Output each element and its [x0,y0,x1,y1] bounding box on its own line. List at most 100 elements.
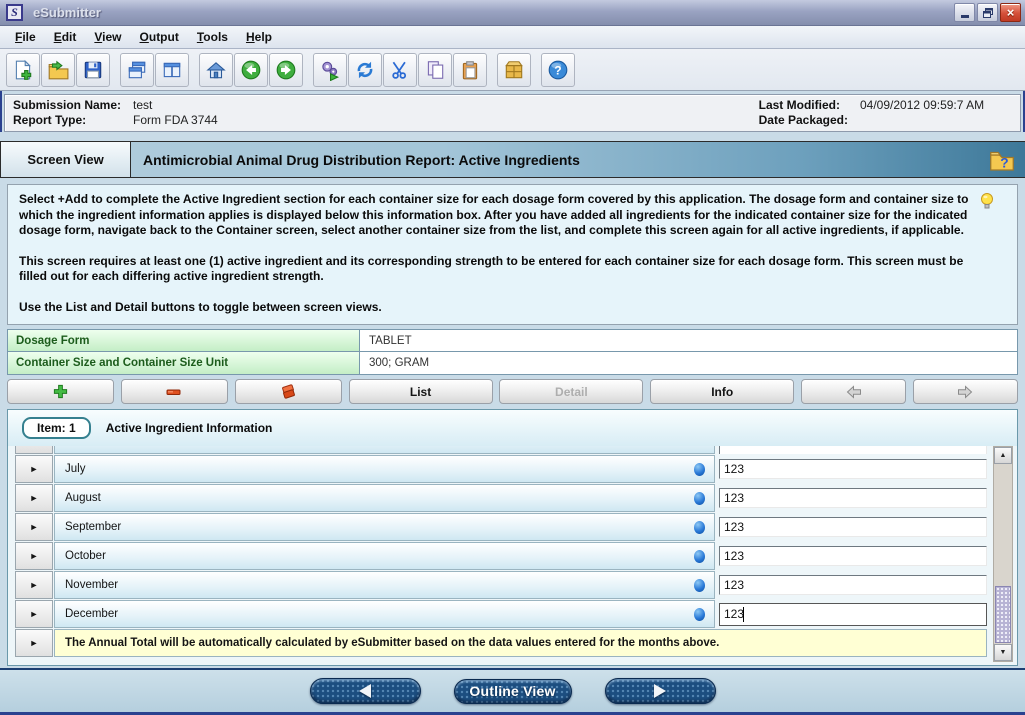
forward-icon [275,59,297,81]
lightbulb-icon [979,192,995,217]
previous-button[interactable] [801,379,906,404]
page-title: Antimicrobial Animal Drug Distribution R… [143,152,580,168]
detail-button[interactable]: Detail [499,379,643,404]
restore-button[interactable] [977,3,998,22]
submission-name-label: Submission Name: [13,98,121,112]
list-button[interactable]: List [349,379,493,404]
run-process-button[interactable] [313,53,347,87]
container-size-value: 300; GRAM [360,352,1017,374]
menu-edit[interactable]: Edit [45,28,86,46]
dosage-form-label: Dosage Form [8,330,360,351]
month-label: October [65,550,106,562]
month-row-november: ► November [15,571,987,599]
status-dot-icon [694,492,705,505]
copy-button[interactable] [418,53,452,87]
november-value-input[interactable] [719,575,987,595]
split-view-icon [161,59,183,81]
open-folder-button[interactable] [41,53,75,87]
row-arrow-icon[interactable]: ► [15,600,53,628]
report-type-label: Report Type: [13,113,121,127]
dosage-form-row: Dosage Form TABLET [7,329,1018,352]
row-arrow-icon[interactable]: ► [15,571,53,599]
home-button[interactable] [199,53,233,87]
item-section-title: Active Ingredient Information [106,421,273,435]
october-value-input[interactable] [719,546,987,566]
row-arrow-icon[interactable]: ► [15,513,53,541]
row-arrow-icon[interactable]: ► [15,629,53,657]
july-value-input[interactable] [719,459,987,479]
menu-output[interactable]: Output [131,28,188,46]
submission-name-value: test [133,98,218,112]
remove-button[interactable] [121,379,228,404]
menu-file[interactable]: File [6,28,45,46]
previous-screen-button[interactable] [310,678,421,704]
partial-month-input[interactable] [719,446,987,454]
row-arrow-icon[interactable]: ► [15,455,53,483]
scroll-down-button[interactable]: ▼ [994,644,1012,661]
copy-icon [424,59,446,81]
annual-total-note-row: ► The Annual Total will be automatically… [15,629,987,657]
remove-all-button[interactable] [235,379,342,404]
cut-button[interactable] [383,53,417,87]
container-size-row: Container Size and Container Size Unit 3… [7,352,1018,375]
month-label: July [65,463,85,475]
cut-icon [389,59,411,81]
scrollbar-thumb[interactable] [995,586,1011,643]
paste-icon [459,59,481,81]
refresh-icon [354,59,376,81]
add-button[interactable] [7,379,114,404]
cascade-windows-button[interactable] [120,53,154,87]
close-button[interactable]: × [1000,3,1021,22]
august-value-input[interactable] [719,488,987,508]
month-rows: ► ► July ► August ► [15,446,987,662]
month-scroll-region: ► ► July ► August ► [13,446,1013,662]
vertical-scrollbar[interactable]: ▲ ▼ [993,446,1013,662]
dosage-form-value: TABLET [360,330,1017,351]
december-value-input[interactable] [719,603,987,626]
instruction-box: Select +Add to complete the Active Ingre… [7,184,1018,325]
status-dot-icon [694,463,705,476]
footer-navigation: Outline View [0,668,1025,712]
next-screen-button[interactable] [605,678,716,704]
refresh-button[interactable] [348,53,382,87]
menu-view[interactable]: View [85,28,130,46]
minimize-button[interactable] [954,3,975,22]
back-button[interactable] [234,53,268,87]
last-modified-value: 04/09/2012 09:59:7 AM [860,98,1010,112]
screen-view-tab[interactable]: Screen View [0,141,131,178]
window-title: eSubmitter [33,5,101,20]
month-row-july: ► July [15,455,987,483]
minimize-icon [961,15,969,18]
menu-tools[interactable]: Tools [188,28,237,46]
annual-total-note: The Annual Total will be automatically c… [54,629,987,657]
help-folder-icon: ? [987,145,1017,175]
save-button[interactable] [76,53,110,87]
new-document-button[interactable] [6,53,40,87]
toolbar: ? [0,49,1025,91]
partial-row: ► [15,446,987,454]
paste-button[interactable] [453,53,487,87]
menu-help[interactable]: Help [237,28,281,46]
status-dot-icon [694,521,705,534]
esubmitter-window: S eSubmitter × File Edit View Output Too… [0,0,1025,715]
remove-all-icon [279,384,297,400]
item-number-badge: Item: 1 [22,417,91,439]
next-button[interactable] [913,379,1018,404]
svg-text:?: ? [1000,156,1008,171]
help-folder-button[interactable]: ? [987,145,1017,178]
left-arrow-icon [359,684,371,698]
forward-button[interactable] [269,53,303,87]
package-button[interactable] [497,53,531,87]
remove-icon [165,386,183,398]
split-view-button[interactable] [155,53,189,87]
outline-view-button[interactable]: Outline View [454,679,572,704]
month-label: September [65,521,121,533]
september-value-input[interactable] [719,517,987,537]
info-button[interactable]: Info [650,379,794,404]
help-button[interactable]: ? [541,53,575,87]
scroll-up-button[interactable]: ▲ [994,447,1012,464]
run-process-icon [319,59,341,81]
row-arrow-icon[interactable]: ► [15,542,53,570]
row-arrow-icon[interactable]: ► [15,484,53,512]
save-icon [82,59,104,81]
